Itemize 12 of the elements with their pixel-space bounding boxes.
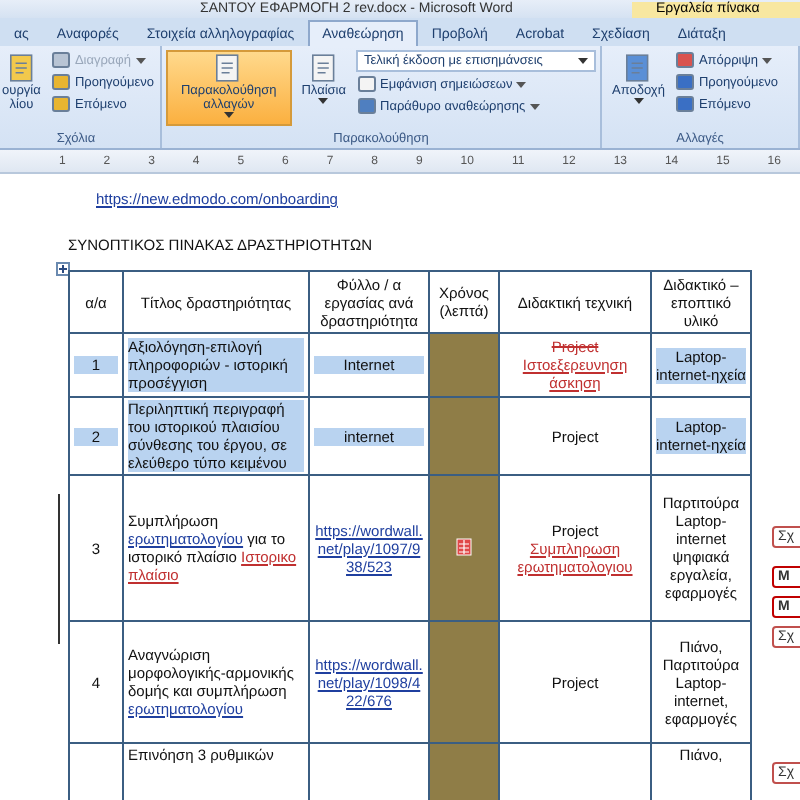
comment-anchor-icon bbox=[456, 537, 472, 555]
caret-icon bbox=[761, 57, 772, 63]
document-icon bbox=[307, 52, 340, 84]
document-icon bbox=[5, 52, 38, 84]
caret-icon bbox=[135, 57, 146, 63]
caret-icon bbox=[529, 103, 540, 109]
caret-icon bbox=[578, 58, 588, 64]
move-handle-icon[interactable] bbox=[56, 262, 70, 276]
caret-icon bbox=[633, 98, 644, 104]
caret-icon bbox=[223, 112, 234, 118]
caret-icon bbox=[516, 81, 527, 87]
caret-icon bbox=[318, 98, 329, 104]
